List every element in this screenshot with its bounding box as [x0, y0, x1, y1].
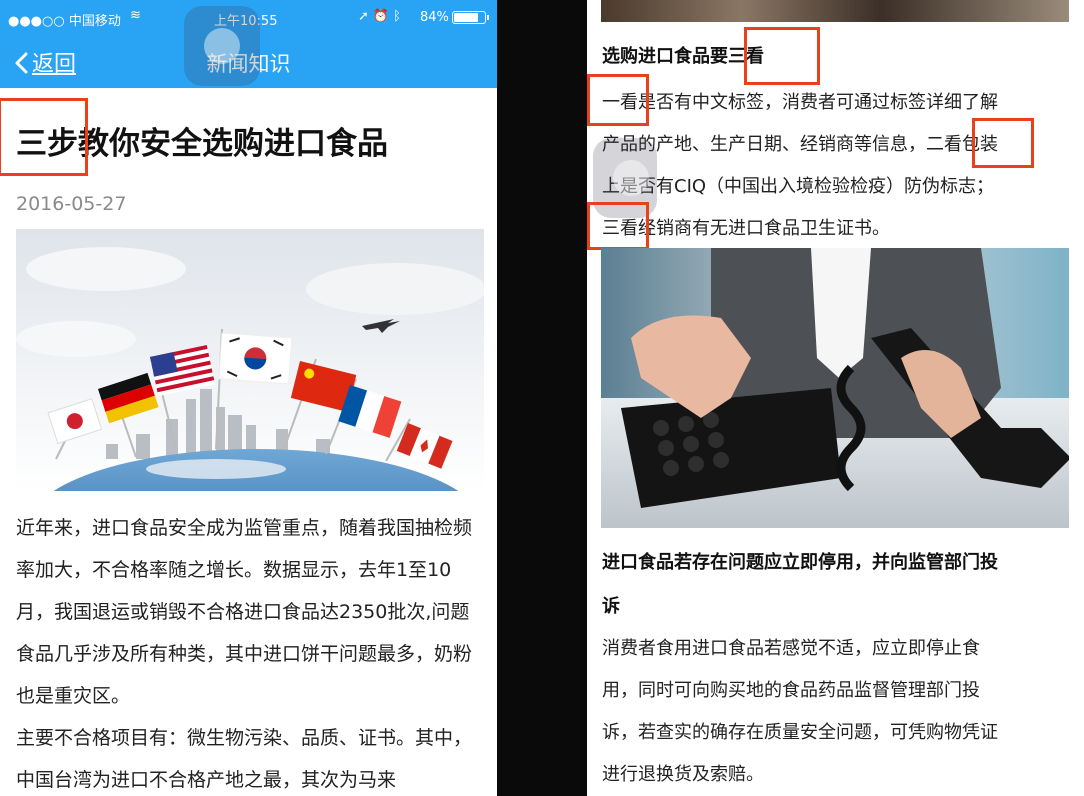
highlight-box — [0, 98, 88, 176]
bluetooth-icon: ᛒ — [393, 9, 405, 24]
warning-heading-line: 诉 — [602, 596, 620, 617]
highlight-box — [587, 74, 649, 126]
article-paragraph: 近年来，进口食品安全成为监管重点，随着我国抽检频率加大，不合格率随之增长。数据显… — [16, 517, 473, 707]
wifi-icon: ≋ — [130, 8, 141, 23]
warning-line: 进行退换货及索赔。 — [602, 764, 764, 785]
article-date: 2016-05-27 — [16, 193, 127, 215]
highlight-box — [744, 27, 820, 85]
phone-screen-left: ●●●○○ 中国移动 ≋ 上午10:55 ➚⏰ᛒ 84% 返回 新闻知识 三步教… — [0, 0, 497, 796]
warning-line: 消费者食用进口食品若感觉不适，应立即停止食 — [602, 638, 980, 659]
battery-fill — [454, 13, 478, 22]
tips-line: 产品的产地、生产日期、经销商等信息，二看包装 — [602, 134, 998, 155]
location-icon: ➚ — [358, 9, 373, 24]
article-paragraph: 主要不合格项目有：微生物污染、品质、证书。其中，中国台湾为进口不合格产地之最，其… — [16, 727, 473, 791]
battery-percent: 84% — [420, 10, 449, 25]
phone-screen-right: 选购进口食品要三看 一看是否有中文标签，消费者可通过标签详细了解 产品的产地、生… — [587, 0, 1084, 796]
highlight-box — [972, 118, 1034, 168]
tips-line: 一看是否有中文标签，消费者可通过标签详细了解 — [602, 92, 998, 113]
system-icons: ➚⏰ᛒ — [358, 9, 405, 24]
carrier-label: ●●●○○ 中国移动 — [8, 14, 121, 29]
section-heading: 选购进口食品要三看 — [602, 46, 764, 67]
battery-icon — [452, 11, 489, 24]
touch-indicator — [184, 6, 260, 86]
phone-call-photo — [601, 248, 1069, 528]
warning-line: 用，同时可向购买地的食品药品监督管理部门投 — [602, 680, 980, 701]
warning-line: 诉，若查实的确存在质量安全问题，可凭购物凭证 — [602, 722, 998, 743]
highlight-box — [587, 202, 649, 250]
top-image-strip — [601, 0, 1069, 22]
warning-heading-line: 进口食品若存在问题应立即停用，并向监管部门投 — [602, 552, 998, 573]
tips-line: 上是否有CIQ（中国出入境检验检疫）防伪标志； — [602, 176, 995, 197]
hero-image-flags — [16, 229, 484, 491]
alarm-icon: ⏰ — [372, 9, 394, 24]
article-body: 近年来，进口食品安全成为监管重点，随着我国抽检频率加大，不合格率随之增长。数据显… — [16, 507, 486, 796]
